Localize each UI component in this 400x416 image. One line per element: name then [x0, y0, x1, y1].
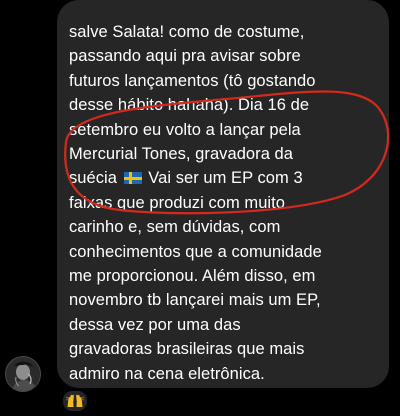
message-line: salve Salata! como de costume, — [69, 23, 305, 41]
raising-hands-icon — [66, 394, 84, 407]
message-line: faixas que produzi com muito — [69, 193, 286, 212]
chat-thread: salve Salata! como de costume, passando … — [0, 0, 400, 416]
message-line: gravadoras brasileiras que mais — [69, 340, 305, 359]
message-line: futuros lançamentos (tô gostando — [69, 71, 316, 90]
message-line-with-flag: suécia Vai ser um EP com 3 — [69, 166, 377, 190]
sender-avatar[interactable] — [5, 356, 41, 392]
message-line: me proporcionou. Além disso, em — [69, 267, 316, 286]
reaction-badge[interactable] — [62, 390, 88, 412]
message-line: carinho e, sem dúvidas, com — [69, 218, 281, 237]
message-line: dessa vez por uma das — [69, 315, 241, 334]
sweden-flag-icon — [123, 172, 142, 185]
message-text: Vai ser um EP com 3 — [148, 169, 303, 188]
message-line: novembro tb lançarei mais um EP, — [69, 291, 321, 310]
message-line: admiro na cena eletrônica. — [69, 364, 265, 383]
message-bubble[interactable]: salve Salata! como de costume, passando … — [57, 0, 389, 388]
message-text: suécia — [69, 169, 117, 188]
message-line: desse hábito hahaha). Dia 16 de — [69, 96, 310, 115]
message-line: conhecimentos que a comunidade — [69, 242, 322, 261]
avatar-portrait-icon — [7, 358, 40, 391]
message-line: passando aqui pra avisar sobre — [69, 47, 301, 66]
message-line: Mercurial Tones, gravadora da — [69, 145, 294, 164]
message-line: setembro eu volto a lançar pela — [69, 120, 301, 139]
